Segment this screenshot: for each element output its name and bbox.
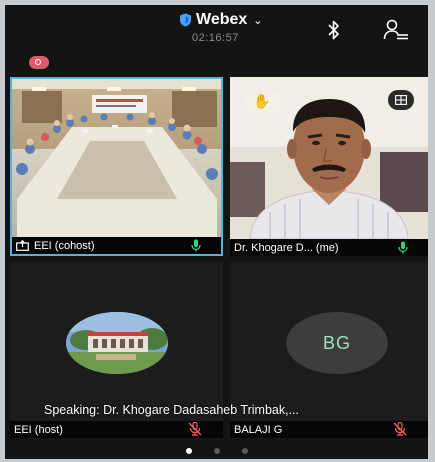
chevron-down-icon: ⌄ [253,14,263,27]
video-tile-cohost[interactable]: EEI (cohost) [10,77,223,256]
recording-indicator[interactable] [29,56,49,69]
shield-icon [180,13,191,27]
page-dot[interactable] [241,448,248,454]
bluetooth-icon[interactable] [327,19,341,41]
participant-name-bar: EEI (cohost) [12,237,221,254]
app-name: Webex [196,11,248,28]
mic-muted-icon [393,422,407,436]
active-speaker-label: Speaking: Dr. Khogare Dadasaheb Trimbak,… [44,403,300,417]
meeting-room-video [12,79,221,237]
participants-icon[interactable] [383,18,409,42]
webex-meeting-screen: Webex ⌄ 02:16:57 EEI (cohost) ✋ Dr. Khog… [5,5,428,459]
building-image [66,312,168,374]
share-screen-icon [16,240,29,251]
participant-name: EEI (host) [14,423,63,436]
mic-on-icon [191,239,201,252]
layout-grid-icon[interactable] [388,90,414,110]
raised-hand-icon[interactable]: ✋ [242,90,282,112]
page-dot-active[interactable] [185,448,192,454]
meeting-header: Webex ⌄ 02:16:57 [5,5,428,77]
page-indicator[interactable] [5,445,428,457]
video-tile-me[interactable]: ✋ Dr. Khogare D... (me) [230,77,428,256]
participant-name: EEI (cohost) [34,239,95,252]
mic-muted-icon [188,422,202,436]
app-title-menu[interactable]: Webex ⌄ [179,11,263,29]
host-avatar [66,312,168,374]
mic-on-icon [398,241,408,254]
meeting-timer: 02:16:57 [192,32,239,44]
page-dot[interactable] [213,448,220,454]
participant-name: Dr. Khogare D... (me) [234,241,339,254]
avatar-initials: BG [286,312,388,374]
participant-name: BALAJI G [234,423,283,436]
